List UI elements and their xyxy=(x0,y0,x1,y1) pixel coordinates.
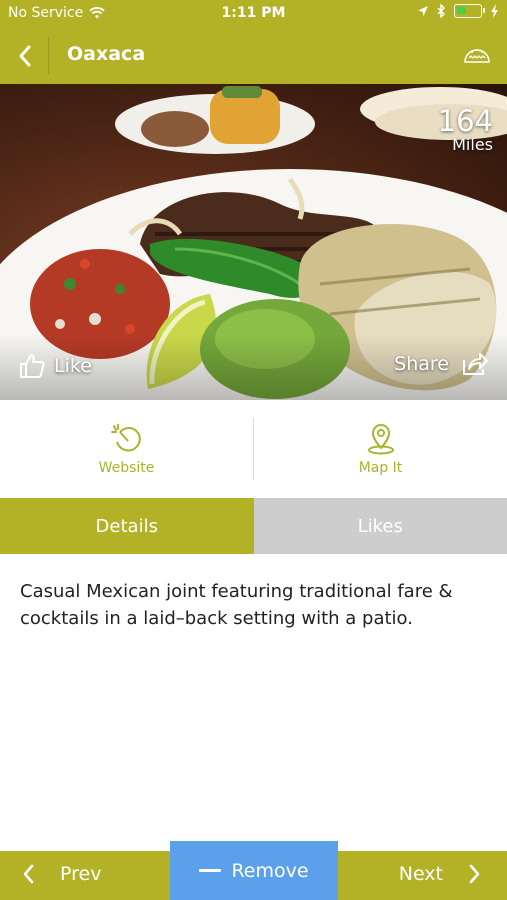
tab-likes-label: Likes xyxy=(357,515,403,537)
restaurant-photo: 164 Miles Like Share xyxy=(0,84,507,400)
prev-button[interactable]: Prev xyxy=(22,863,101,885)
bluetooth-icon xyxy=(437,4,445,18)
tab-likes[interactable]: Likes xyxy=(253,498,507,554)
share-arrow-icon xyxy=(463,353,488,375)
chevron-left-icon xyxy=(23,864,34,884)
website-label: Website xyxy=(98,460,155,476)
restaurant-description: Casual Mexican joint featuring tradition… xyxy=(20,581,453,629)
navigation-bar: Oaxaca xyxy=(0,27,507,84)
next-button[interactable]: Next xyxy=(399,863,481,885)
distance-value: 164 xyxy=(437,104,493,138)
charging-bolt-icon xyxy=(491,4,498,18)
page-title: Oaxaca xyxy=(67,43,146,65)
map-it-button[interactable]: Map It xyxy=(254,422,507,476)
back-button[interactable] xyxy=(8,39,42,73)
remove-label: Remove xyxy=(231,859,309,882)
prev-label: Prev xyxy=(60,863,102,885)
share-button[interactable]: Share xyxy=(394,352,489,376)
action-row: Website Map It xyxy=(0,400,507,498)
distance-indicator: 164 Miles xyxy=(438,106,493,154)
battery-icon xyxy=(454,4,485,18)
mouse-click-icon xyxy=(110,424,141,452)
thumbs-up-icon xyxy=(20,354,45,378)
map-pin-icon xyxy=(367,424,394,455)
website-button[interactable]: Website xyxy=(0,422,253,476)
location-arrow-icon xyxy=(418,6,428,16)
status-bar: No Service 1:11 PM xyxy=(0,0,507,27)
like-label: Like xyxy=(54,355,92,377)
like-button[interactable]: Like xyxy=(18,352,92,380)
minus-icon xyxy=(199,869,222,872)
tab-details[interactable]: Details xyxy=(0,498,254,554)
header-divider xyxy=(48,37,49,74)
chevron-right-icon xyxy=(469,864,480,884)
distance-unit: Miles xyxy=(452,135,493,154)
chevron-left-icon xyxy=(19,45,31,67)
status-icons xyxy=(417,4,499,18)
share-label: Share xyxy=(394,353,449,375)
next-label: Next xyxy=(398,863,443,885)
map-it-label: Map It xyxy=(358,460,403,476)
tab-bar: Details Likes xyxy=(0,498,507,554)
taco-button[interactable] xyxy=(463,42,491,68)
taco-icon xyxy=(464,49,490,63)
tab-details-label: Details xyxy=(95,515,158,537)
remove-button[interactable]: Remove xyxy=(170,841,338,900)
